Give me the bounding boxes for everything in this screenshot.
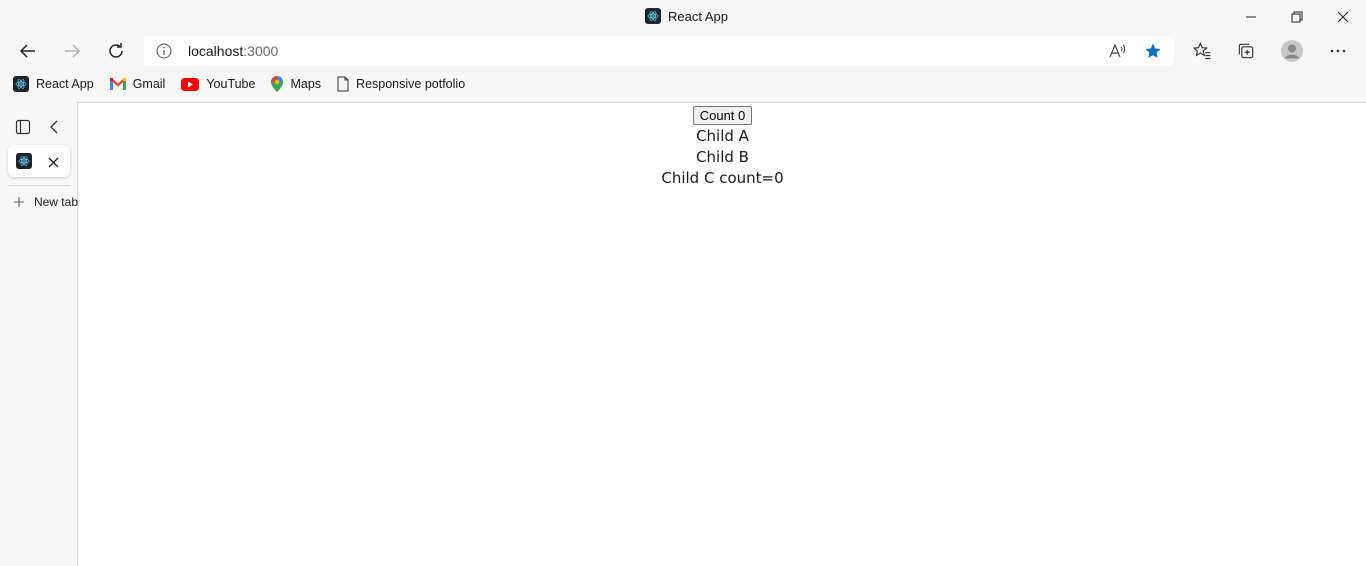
window-title: React App	[645, 8, 728, 24]
minimize-button[interactable]	[1228, 0, 1274, 33]
back-button[interactable]	[12, 35, 44, 67]
more-options-button[interactable]	[1322, 35, 1354, 67]
favorites-icon	[1192, 42, 1211, 60]
bookmarks-bar: React App Gmail YouTube Maps Responsive …	[0, 70, 1366, 98]
favorites-button[interactable]	[1186, 35, 1218, 67]
title-bar: React App	[0, 0, 1366, 33]
bookmark-label: Maps	[290, 77, 322, 91]
bookmark-label: React App	[36, 77, 94, 91]
address-bar[interactable]: localhost:3000	[144, 36, 1174, 66]
bookmark-youtube[interactable]: YouTube	[181, 77, 255, 91]
tab-react-app[interactable]	[8, 145, 70, 177]
plus-icon	[14, 197, 24, 207]
forward-arrow-icon	[65, 44, 81, 58]
collections-icon	[1238, 43, 1254, 59]
collections-button[interactable]	[1230, 35, 1262, 67]
url-text[interactable]: localhost:3000	[188, 43, 278, 59]
youtube-icon	[181, 77, 200, 91]
react-icon	[645, 8, 661, 24]
count-button[interactable]: Count 0	[692, 106, 753, 125]
document-icon	[337, 76, 349, 92]
forward-button[interactable]	[56, 35, 88, 67]
tab-actions-icon[interactable]	[15, 119, 31, 140]
url-port: :3000	[243, 43, 279, 59]
new-tab-label: New tab	[33, 195, 78, 209]
bookmark-gmail[interactable]: Gmail	[109, 77, 166, 91]
bookmark-label: Gmail	[132, 77, 166, 91]
child-b-text: Child B	[696, 148, 749, 166]
collapse-pane-icon[interactable]	[47, 119, 61, 140]
ellipsis-icon	[1330, 49, 1346, 53]
gmail-icon	[109, 78, 126, 90]
bookmark-react-app[interactable]: React App	[13, 76, 94, 92]
avatar-icon	[1281, 40, 1303, 62]
new-tab-button[interactable]: New tab	[14, 195, 78, 209]
sidebar-divider	[8, 185, 70, 186]
window-title-text: React App	[668, 8, 728, 24]
navigation-bar: localhost:3000	[0, 33, 1366, 69]
url-host: localhost	[188, 43, 244, 59]
bookmark-label: Responsive potfolio	[356, 77, 466, 91]
favorite-star-icon[interactable]	[1143, 41, 1163, 61]
child-c-text: Child C count=0	[661, 169, 784, 187]
react-icon	[16, 153, 32, 169]
page-content: Count 0 Child A Child B Child C count=0	[79, 103, 1366, 566]
profile-button[interactable]	[1276, 35, 1308, 67]
restore-button[interactable]	[1274, 0, 1320, 33]
react-icon	[13, 76, 29, 92]
back-arrow-icon	[19, 44, 35, 58]
vertical-tabs-sidebar: New tab	[0, 102, 78, 566]
bookmark-label: YouTube	[206, 77, 256, 91]
site-info-icon[interactable]	[156, 43, 172, 64]
bookmark-responsive-potfolio[interactable]: Responsive potfolio	[337, 76, 465, 92]
maps-icon	[271, 76, 284, 92]
read-aloud-icon[interactable]	[1107, 41, 1127, 61]
refresh-icon	[109, 43, 123, 58]
refresh-button[interactable]	[100, 35, 132, 67]
close-window-button[interactable]	[1320, 0, 1366, 33]
close-tab-icon[interactable]	[48, 155, 59, 173]
child-a-text: Child A	[696, 127, 749, 145]
bookmark-maps[interactable]: Maps	[271, 76, 321, 92]
